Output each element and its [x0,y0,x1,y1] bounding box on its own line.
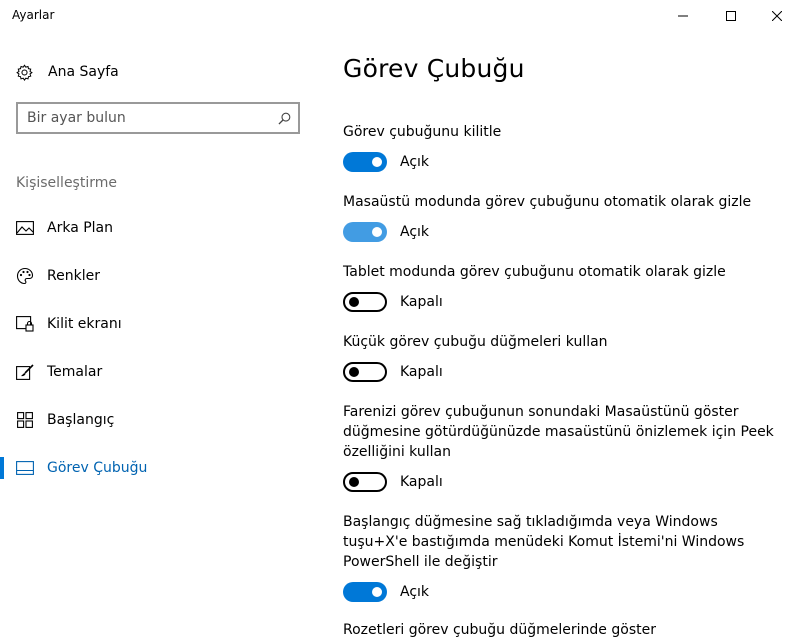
toggle-knob [372,157,382,167]
small-buttons-toggle[interactable] [343,362,387,382]
toggle-knob [349,297,359,307]
toggle-knob [372,227,382,237]
toggle-state-label: Açık [400,154,430,170]
sidebar-item-label: Arka Plan [47,220,114,236]
autohide-tablet-toggle[interactable] [343,292,387,312]
setting-label: Başlangıç düğmesine sağ tıkladığımda vey… [343,514,745,570]
setting-label: Masaüstü modunda görev çubuğunu otomatik… [343,194,752,210]
setting-powershell: Başlangıç düğmesine sağ tıkladığımda vey… [343,512,783,602]
nav-list: Arka Plan Renkler Kilit ekranı Temalar B… [0,204,320,492]
sidebar-item-background[interactable]: Arka Plan [0,204,320,252]
window-title: Ayarlar [12,8,55,22]
sidebar-item-label: Renkler [47,268,100,284]
autohide-desktop-toggle[interactable] [343,222,387,242]
toggle-state-label: Açık [400,224,430,240]
sidebar-item-label: Temalar [47,364,103,380]
sidebar-item-taskbar[interactable]: Görev Çubuğu [0,444,320,492]
lock-screen-icon [16,315,34,333]
maximize-icon [726,11,736,21]
setting-label-badges: Rozetleri görev çubuğu düğmelerinde göst… [343,622,656,638]
toggle-knob [372,587,382,597]
sidebar-item-themes[interactable]: Temalar [0,348,320,396]
setting-lock-taskbar: Görev çubuğunu kilitle Açık [343,122,783,172]
sidebar-item-start[interactable]: Başlangıç [0,396,320,444]
setting-label: Küçük görev çubuğu düğmeleri kullan [343,334,608,350]
minimize-button[interactable] [660,0,706,32]
sidebar-item-label: Kilit ekranı [47,316,122,332]
page-title: Görev Çubuğu [343,54,525,83]
title-bar: Ayarlar [0,0,798,32]
sidebar-item-lock-screen[interactable]: Kilit ekranı [0,300,320,348]
toggle-state-label: Kapalı [400,474,443,490]
search-icon [277,112,290,125]
brush-icon [16,363,34,381]
setting-small-buttons: Küçük görev çubuğu düğmeleri kullan Kapa… [343,332,783,382]
search-button[interactable] [270,112,298,125]
setting-label: Görev çubuğunu kilitle [343,124,502,140]
section-title: Kişiselleştirme [16,175,117,191]
minimize-icon [678,15,688,17]
setting-autohide-desktop: Masaüstü modunda görev çubuğunu otomatik… [343,192,783,242]
sidebar-item-colors[interactable]: Renkler [0,252,320,300]
setting-label: Farenizi görev çubuğunun sonundaki Masaü… [343,404,774,460]
close-icon [772,11,782,21]
sidebar-item-label: Başlangıç [47,412,115,428]
taskbar-icon [16,459,34,477]
setting-label: Tablet modunda görev çubuğunu otomatik o… [343,264,726,280]
lock-taskbar-toggle[interactable] [343,152,387,172]
toggle-state-label: Açık [400,584,430,600]
main-content: Görev Çubuğu Görev çubuğunu kilitle Açık… [343,32,783,638]
picture-icon [16,219,34,237]
search-input[interactable] [18,105,270,131]
toggle-state-label: Kapalı [400,294,443,310]
home-label: Ana Sayfa [48,64,119,80]
toggle-knob [349,367,359,377]
sidebar-item-label: Görev Çubuğu [47,460,148,476]
search-box[interactable] [16,102,300,134]
sidebar: Ana Sayfa Kişiselleştirme Arka Plan Renk… [0,32,320,631]
toggle-knob [349,477,359,487]
toggle-state-label: Kapalı [400,364,443,380]
setting-autohide-tablet: Tablet modunda görev çubuğunu otomatik o… [343,262,783,312]
palette-icon [16,267,34,285]
home-link[interactable]: Ana Sayfa [16,62,119,82]
peek-toggle[interactable] [343,472,387,492]
maximize-button[interactable] [708,0,754,32]
close-button[interactable] [754,0,798,32]
setting-peek: Farenizi görev çubuğunun sonundaki Masaü… [343,402,783,492]
powershell-toggle[interactable] [343,582,387,602]
gear-icon [16,63,33,81]
start-menu-icon [16,411,34,429]
